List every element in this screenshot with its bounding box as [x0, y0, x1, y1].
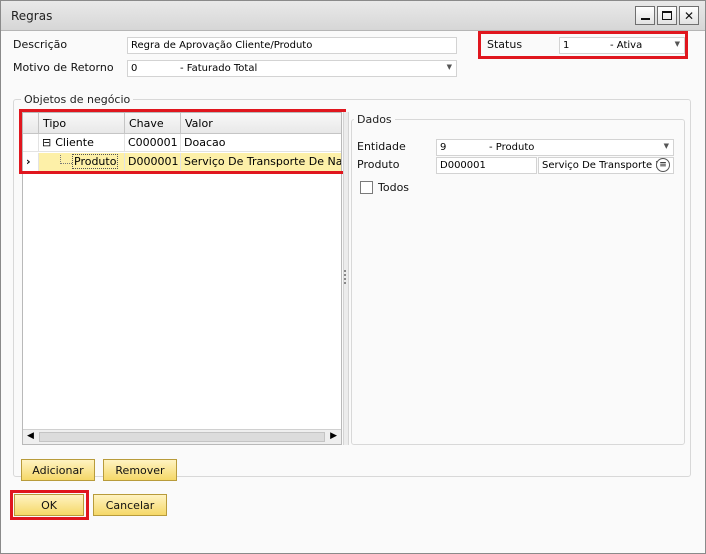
- scroll-left-icon[interactable]: ◀: [27, 431, 34, 441]
- descricao-label: Descrição: [13, 38, 68, 51]
- title-bar[interactable]: Regras ✕: [1, 1, 705, 31]
- produto-desc-field[interactable]: Serviço De Transporte D: [538, 157, 674, 174]
- scroll-right-icon[interactable]: ▶: [330, 431, 337, 441]
- descricao-value: Regra de Aprovação Cliente/Produto: [131, 40, 313, 51]
- entidade-label: Entidade: [357, 140, 406, 153]
- chevron-down-icon: ▼: [446, 63, 452, 71]
- produto-desc: Serviço De Transporte D: [542, 160, 664, 171]
- motivo-code: 0: [131, 63, 138, 74]
- chevron-down-icon: ▼: [663, 142, 669, 150]
- entidade-code: 9: [440, 142, 447, 153]
- grid-highlight: [19, 109, 346, 174]
- cancel-button[interactable]: Cancelar: [93, 494, 167, 516]
- scroll-thumb[interactable]: [39, 432, 325, 442]
- close-icon: ✕: [683, 8, 695, 23]
- motivo-desc: - Faturado Total: [180, 63, 258, 74]
- motivo-label: Motivo de Retorno: [13, 61, 114, 74]
- close-button[interactable]: ✕: [679, 6, 699, 25]
- horizontal-scrollbar[interactable]: ◀ ▶: [23, 429, 341, 444]
- list-icon[interactable]: ≡: [656, 158, 670, 172]
- window-title: Regras: [11, 9, 53, 23]
- todos-label: Todos: [378, 181, 410, 194]
- produto-label: Produto: [357, 158, 400, 171]
- panel-splitter[interactable]: [343, 112, 349, 445]
- minimize-button[interactable]: [635, 6, 655, 25]
- produto-code: D000001: [440, 160, 486, 171]
- maximize-button[interactable]: [657, 6, 677, 25]
- objetos-legend: Objetos de negócio: [21, 93, 134, 106]
- entidade-desc: - Produto: [489, 142, 535, 153]
- status-highlight: [478, 31, 688, 59]
- ok-highlight: [10, 490, 89, 520]
- entidade-select[interactable]: 9 - Produto ▼: [436, 139, 674, 156]
- produto-code-field[interactable]: D000001: [436, 157, 537, 174]
- remove-button[interactable]: Remover: [103, 459, 177, 481]
- dados-legend: Dados: [354, 113, 395, 126]
- add-button[interactable]: Adicionar: [21, 459, 95, 481]
- maximize-icon: [662, 11, 672, 20]
- grip-icon: [344, 270, 347, 284]
- rules-window: Regras ✕ Descrição Regra de Aprovação Cl…: [0, 0, 706, 554]
- minimize-icon: [640, 17, 650, 20]
- todos-checkbox[interactable]: [360, 181, 373, 194]
- descricao-field[interactable]: Regra de Aprovação Cliente/Produto: [127, 37, 457, 54]
- motivo-select[interactable]: 0 - Faturado Total ▼: [127, 60, 457, 77]
